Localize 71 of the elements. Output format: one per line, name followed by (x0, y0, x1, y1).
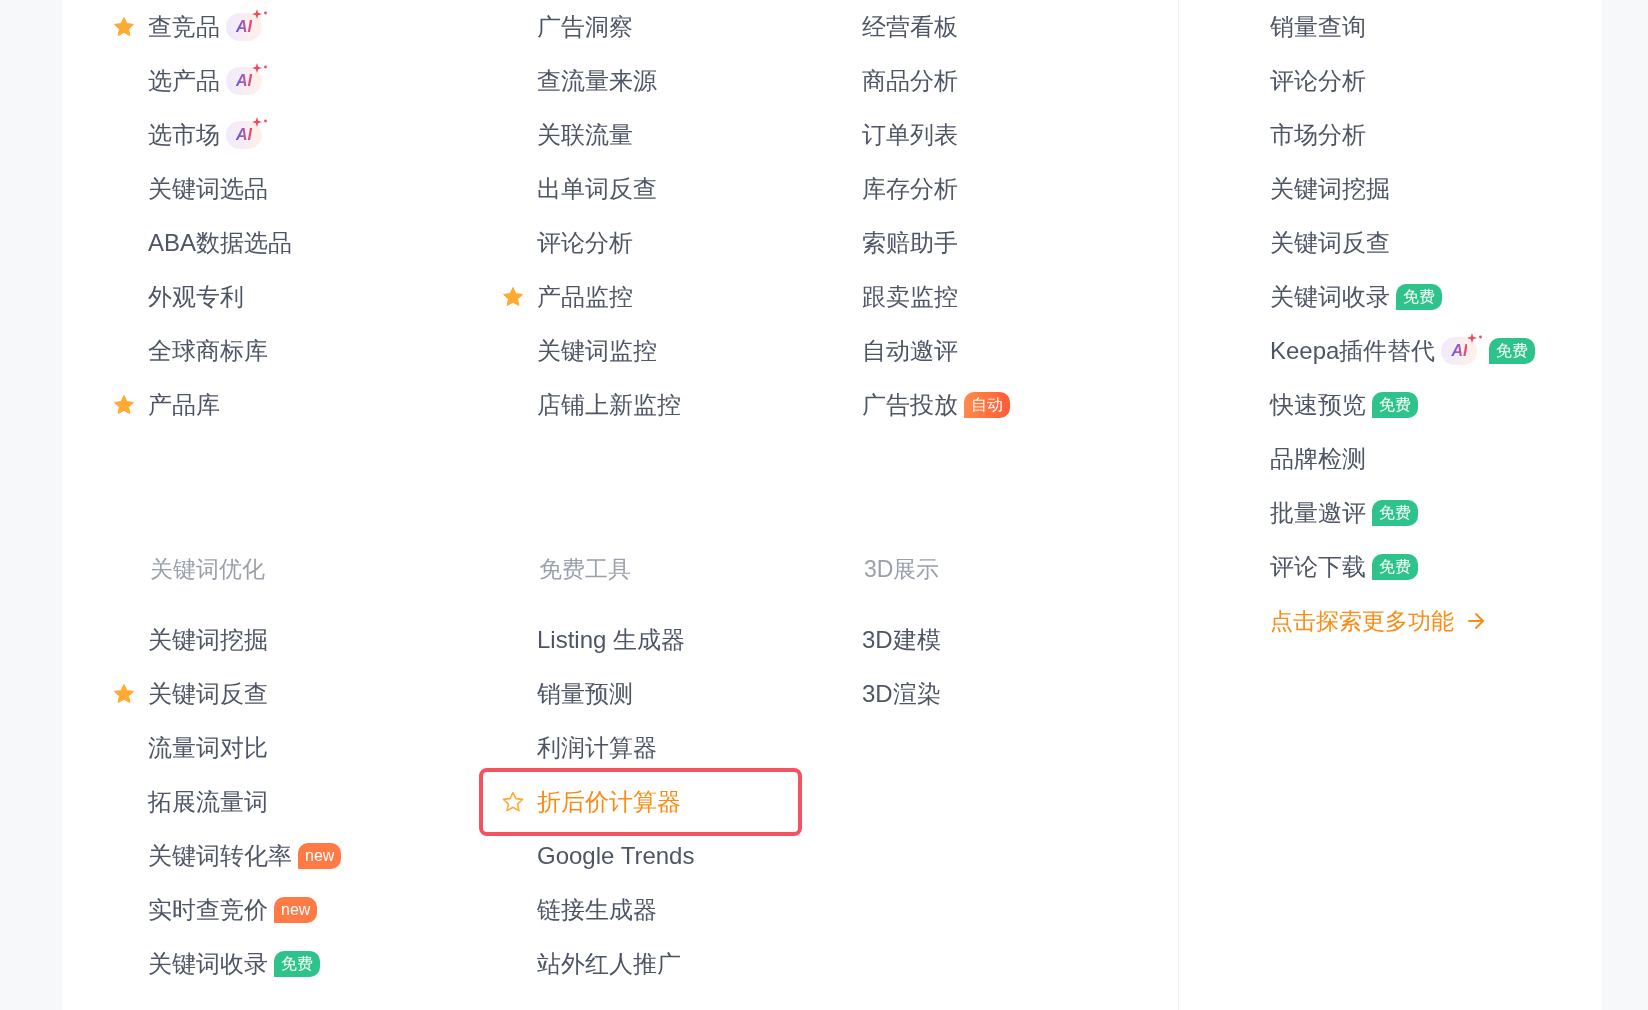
star-icon[interactable] (501, 790, 525, 814)
menu-link[interactable]: 评论分析 (1270, 63, 1366, 99)
free-tag: 免费 (1372, 554, 1418, 580)
menu-link[interactable]: 批量邀评 (1270, 495, 1366, 531)
menu-link[interactable]: 跟卖监控 (862, 279, 958, 315)
menu-link[interactable]: 链接生成器 (537, 892, 657, 928)
star-icon[interactable] (112, 15, 136, 39)
menu-link[interactable]: 流量词对比 (148, 730, 268, 766)
menu-link[interactable]: Listing 生成器 (537, 622, 686, 658)
star-icon[interactable] (501, 285, 525, 309)
menu-link[interactable]: 经营看板 (862, 9, 958, 45)
menu-link[interactable]: 广告洞察 (537, 9, 633, 45)
star-icon[interactable] (112, 682, 136, 706)
free-tag: 免费 (274, 951, 320, 977)
ai-badge: AI (226, 121, 262, 149)
menu-link[interactable]: 商品分析 (862, 63, 958, 99)
menu-link[interactable]: 选产品 (148, 63, 220, 99)
free-tag: 免费 (1396, 284, 1442, 310)
star-icon[interactable] (112, 393, 136, 417)
menu-link[interactable]: 广告投放 (862, 387, 958, 423)
section-heading: 免费工具 (539, 554, 631, 584)
menu-link[interactable]: ABA数据选品 (148, 225, 293, 261)
ai-badge: AI (1441, 337, 1478, 365)
menu-link[interactable]: 关键词收录 (1270, 279, 1390, 315)
menu-link[interactable]: 快速预览 (1270, 387, 1366, 423)
menu-link[interactable]: 评论下载 (1270, 549, 1366, 585)
new-tag: new (298, 843, 342, 869)
menu-link[interactable]: 店铺上新监控 (537, 387, 681, 423)
free-tag: 免费 (1372, 392, 1418, 418)
menu-link[interactable]: 实时查竞价 (148, 892, 268, 928)
auto-tag: 自动 (964, 392, 1010, 418)
menu-link[interactable]: 市场分析 (1270, 117, 1366, 153)
menu-link[interactable]: 关键词反查 (1270, 225, 1390, 261)
ai-badge: AI (226, 13, 262, 41)
menu-link[interactable]: 销量预测 (537, 676, 633, 712)
menu-link[interactable]: 关键词收录 (148, 946, 268, 982)
menu-link[interactable]: 关键词挖掘 (1270, 171, 1390, 207)
menu-link[interactable]: 利润计算器 (537, 730, 657, 766)
menu-link[interactable]: 评论分析 (537, 225, 633, 261)
menu-link[interactable]: 选市场 (148, 117, 220, 153)
section-heading: 关键词优化 (150, 554, 265, 584)
menu-link[interactable]: 库存分析 (862, 171, 958, 207)
menu-link[interactable]: 关键词转化率 (148, 838, 292, 874)
menu-link[interactable]: 产品库 (148, 387, 220, 423)
menu-link[interactable]: 外观专利 (148, 279, 244, 315)
free-tag: 免费 (1372, 500, 1418, 526)
menu-link[interactable]: 品牌检测 (1270, 441, 1366, 477)
ai-badge: AI (226, 67, 262, 95)
menu-link[interactable]: Keepa插件替代 (1270, 333, 1436, 369)
free-tag: 免费 (1489, 338, 1536, 364)
new-tag: new (274, 897, 318, 923)
menu-link[interactable]: 索赔助手 (862, 225, 958, 261)
menu-link[interactable]: 销量查询 (1270, 9, 1366, 45)
menu-link[interactable]: 关联流量 (537, 117, 633, 153)
menu-link[interactable]: 关键词挖掘 (148, 622, 268, 658)
menu-link[interactable]: 拓展流量词 (148, 784, 268, 820)
menu-link[interactable]: 关键词监控 (537, 333, 657, 369)
menu-link[interactable]: 自动邀评 (862, 333, 958, 369)
menu-link[interactable]: 关键词选品 (148, 171, 268, 207)
menu-link[interactable]: 全球商标库 (148, 333, 268, 369)
menu-link[interactable]: Google Trends (537, 838, 695, 874)
menu-link[interactable]: 查竞品 (148, 9, 220, 45)
menu-link[interactable]: 产品监控 (537, 279, 633, 315)
menu-link[interactable]: 订单列表 (862, 117, 958, 153)
menu-link[interactable]: 出单词反查 (537, 171, 657, 207)
menu-link[interactable]: 3D建模 (862, 622, 941, 658)
menu-link[interactable]: 3D渲染 (862, 676, 941, 712)
section-heading: 3D展示 (864, 554, 940, 584)
menu-link[interactable]: 站外红人推广 (537, 946, 681, 982)
menu-link[interactable]: 查流量来源 (537, 63, 657, 99)
menu-link[interactable]: 关键词反查 (148, 676, 268, 712)
